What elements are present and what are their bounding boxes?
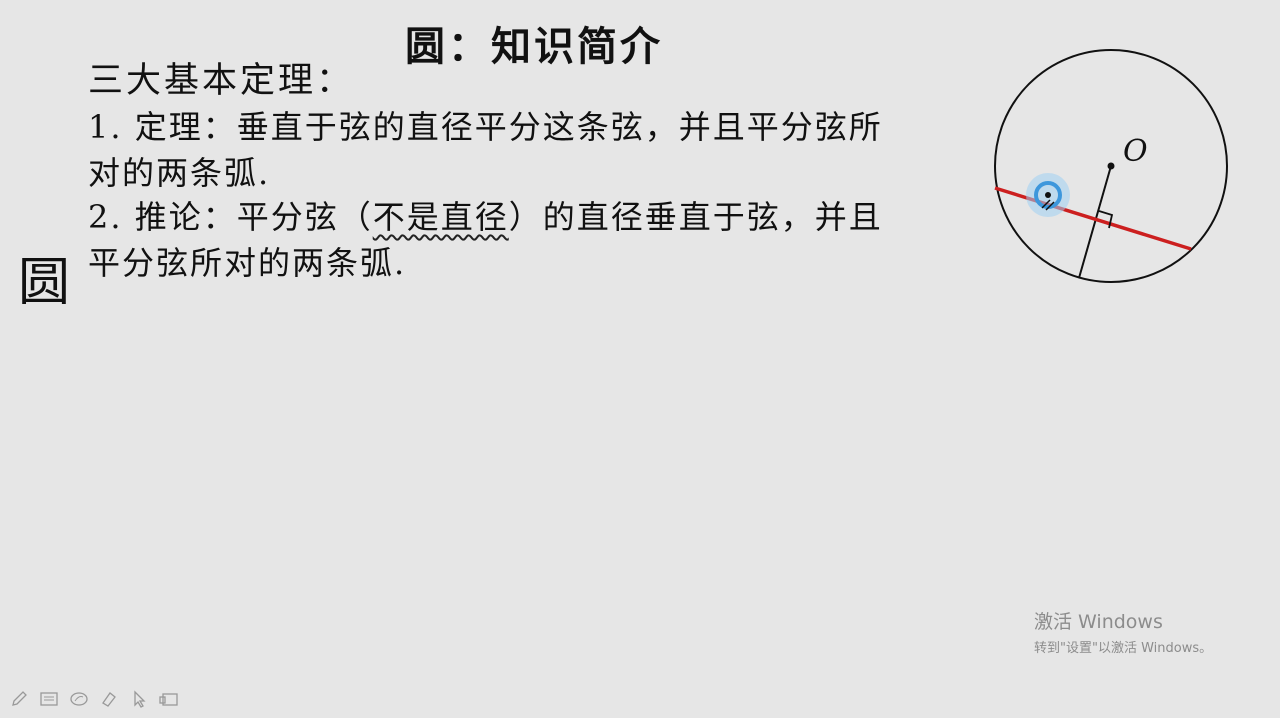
theorem-line-2: 对的两条弧.	[88, 154, 271, 192]
windows-activation-watermark: 激活 Windows 转到"设置"以激活 Windows。	[1034, 607, 1212, 656]
pointer-icon[interactable]	[128, 688, 150, 710]
corollary-prefix: 2. 推论：平分弦（	[88, 198, 373, 236]
circle-diagram: O	[994, 49, 1228, 283]
chord-line	[994, 186, 1192, 251]
wavy-emphasis: 不是直径	[372, 198, 509, 236]
screen-icon[interactable]	[158, 688, 180, 710]
slide-canvas: 圆：知识简介 三大基本定理： 1. 定理：垂直于弦的直径平分这条弦，并且平分弦所…	[0, 0, 1280, 718]
presentation-toolbar	[8, 688, 180, 710]
slides-icon[interactable]	[38, 688, 60, 710]
section-heading: 三大基本定理：	[88, 61, 355, 101]
watermark-line-2: 转到"设置"以激活 Windows。	[1034, 641, 1213, 656]
theorem-line-1: 1. 定理：垂直于弦的直径平分这条弦，并且平分弦所	[88, 108, 883, 146]
corollary-suffix: ）的直径垂直于弦，并且	[508, 198, 883, 236]
eraser-icon[interactable]	[68, 688, 90, 710]
slide-title: 圆：知识简介	[405, 23, 663, 70]
corollary-line-1: 2. 推论：平分弦（不是直径）的直径垂直于弦，并且	[88, 192, 883, 238]
center-label: O	[1123, 134, 1148, 169]
center-point	[1107, 162, 1115, 170]
highlighter-icon[interactable]	[98, 688, 120, 710]
watermark-line-1: 激活 Windows	[1034, 611, 1163, 633]
cursor-dot	[1045, 192, 1051, 198]
side-character: 圆	[18, 253, 71, 313]
pen-icon[interactable]	[8, 688, 30, 710]
corollary-line-2: 平分弦所对的两条弧.	[88, 244, 407, 282]
